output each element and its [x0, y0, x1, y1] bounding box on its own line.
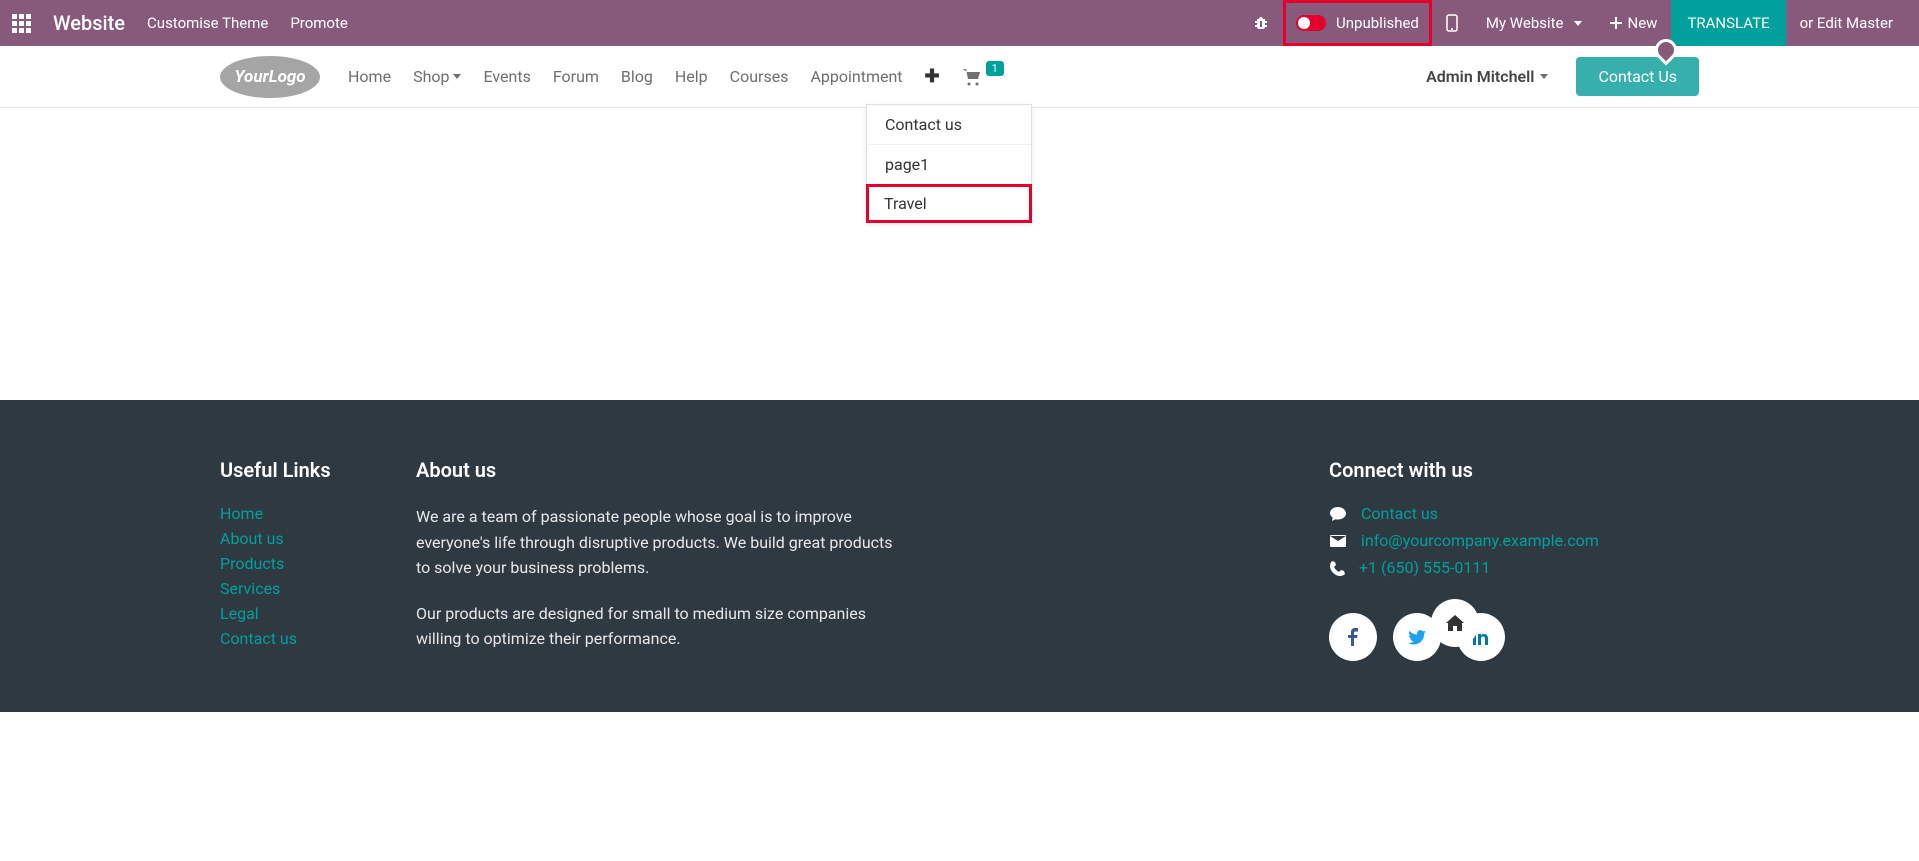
my-website-dropdown[interactable]: My Website — [1472, 0, 1596, 46]
dropdown-item-contact-us[interactable]: Contact us — [867, 105, 1031, 145]
new-label: New — [1628, 14, 1658, 32]
nav-blog[interactable]: Blog — [621, 67, 653, 86]
user-menu[interactable]: Admin Mitchell — [1426, 67, 1548, 86]
publish-status-label: Unpublished — [1336, 14, 1419, 32]
connect-contact-row: Contact us — [1329, 504, 1699, 523]
add-page-dropdown: Contact us page1 Travel — [866, 104, 1032, 223]
connect-phone-row: +1 (650) 555-0111 — [1329, 558, 1699, 577]
nav-courses[interactable]: Courses — [730, 67, 789, 86]
footer-link-contact[interactable]: Contact us — [220, 629, 416, 648]
home-icon — [1446, 615, 1464, 631]
logo[interactable]: YourLogo — [220, 56, 320, 98]
cart-button[interactable]: 1 — [962, 68, 1004, 86]
logo-text-1: Your — [234, 67, 268, 87]
dropdown-item-travel[interactable]: Travel — [866, 184, 1032, 223]
footer: Useful Links Home About us Products Serv… — [0, 400, 1919, 712]
apps-icon[interactable] — [12, 14, 31, 33]
connect-email-link[interactable]: info@yourcompany.example.com — [1361, 531, 1599, 550]
nav-forum[interactable]: Forum — [553, 67, 599, 86]
user-name-label: Admin Mitchell — [1426, 67, 1534, 86]
my-website-label: My Website — [1486, 14, 1564, 32]
site-header: YourLogo Home Shop Events Forum Blog Hel… — [0, 46, 1919, 108]
add-menu-icon[interactable]: ✚ — [925, 66, 940, 87]
admin-bar: Website Customise Theme Promote Unpublis… — [0, 0, 1919, 46]
translate-label: TRANSLATE — [1687, 14, 1769, 32]
nav-help[interactable]: Help — [675, 67, 708, 86]
logo-text-2: Logo — [269, 67, 306, 87]
chevron-down-icon — [1540, 74, 1548, 79]
main-nav: Home Shop Events Forum Blog Help Courses… — [348, 66, 1004, 87]
about-title: About us — [416, 458, 896, 482]
customise-theme-link[interactable]: Customise Theme — [147, 14, 268, 32]
nav-shop[interactable]: Shop — [413, 67, 461, 86]
nav-shop-label: Shop — [413, 67, 449, 86]
nav-events[interactable]: Events — [483, 67, 530, 86]
nav-home[interactable]: Home — [348, 67, 391, 86]
footer-link-products[interactable]: Products — [220, 554, 416, 573]
logo-shape: YourLogo — [220, 56, 320, 98]
phone-icon — [1329, 560, 1345, 576]
edit-master-label: or Edit Master — [1800, 14, 1893, 32]
twitter-icon — [1408, 630, 1426, 645]
contact-us-button[interactable]: Contact Us — [1576, 57, 1699, 96]
about-paragraph-1: We are a team of passionate people whose… — [416, 504, 896, 581]
useful-links-title: Useful Links — [220, 458, 416, 482]
admin-bar-right: Unpublished My Website New TRANSLATE or … — [1239, 0, 1907, 46]
footer-about: About us We are a team of passionate peo… — [416, 458, 896, 672]
speech-bubble-icon — [1329, 506, 1347, 522]
footer-useful-links: Useful Links Home About us Products Serv… — [220, 458, 416, 672]
admin-title[interactable]: Website — [53, 11, 125, 35]
translate-button[interactable]: TRANSLATE — [1671, 0, 1785, 46]
envelope-icon — [1329, 534, 1347, 548]
publish-toggle[interactable] — [1296, 15, 1326, 31]
cart-count-badge: 1 — [986, 61, 1004, 76]
footer-link-services[interactable]: Services — [220, 579, 416, 598]
chevron-down-icon — [1574, 21, 1582, 26]
admin-bar-left: Website Customise Theme Promote — [12, 11, 348, 35]
dropdown-item-page1[interactable]: page1 — [867, 145, 1031, 185]
promote-link[interactable]: Promote — [290, 14, 348, 32]
scroll-top-button[interactable] — [1431, 599, 1479, 647]
footer-connect: Connect with us Contact us info@yourcomp… — [1329, 458, 1699, 672]
connect-email-row: info@yourcompany.example.com — [1329, 531, 1699, 550]
edit-master-link[interactable]: or Edit Master — [1786, 0, 1907, 46]
connect-title: Connect with us — [1329, 458, 1699, 482]
footer-link-about[interactable]: About us — [220, 529, 416, 548]
footer-link-legal[interactable]: Legal — [220, 604, 416, 623]
facebook-button[interactable] — [1329, 613, 1377, 661]
chevron-down-icon — [453, 74, 461, 79]
publish-toggle-wrap: Unpublished — [1283, 0, 1432, 46]
facebook-icon — [1348, 628, 1358, 646]
bug-icon[interactable] — [1239, 0, 1283, 46]
footer-link-home[interactable]: Home — [220, 504, 416, 523]
contact-us-label: Contact Us — [1598, 67, 1677, 86]
connect-contact-link[interactable]: Contact us — [1361, 504, 1438, 523]
about-paragraph-2: Our products are designed for small to m… — [416, 601, 896, 652]
connect-phone-link[interactable]: +1 (650) 555-0111 — [1359, 558, 1490, 577]
nav-appointment[interactable]: Appointment — [810, 67, 902, 86]
site-header-right: Admin Mitchell Contact Us — [1426, 57, 1699, 96]
mobile-preview-icon[interactable] — [1432, 0, 1472, 46]
